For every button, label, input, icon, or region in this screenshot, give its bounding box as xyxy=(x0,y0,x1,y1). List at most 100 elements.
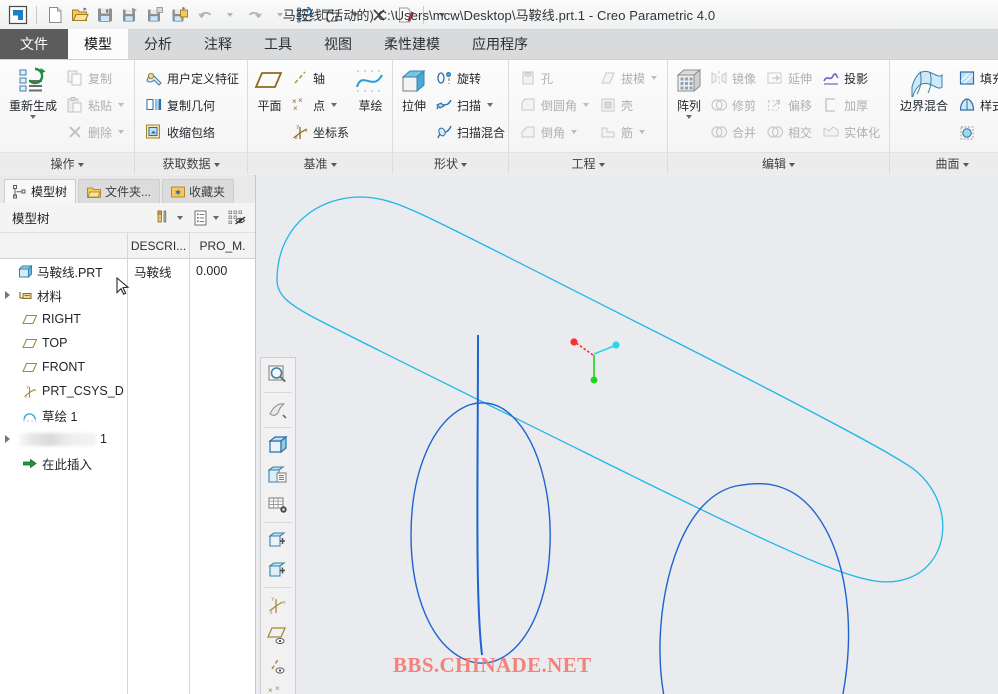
shell-button[interactable]: 壳 xyxy=(595,92,661,118)
extend-button[interactable]: 延伸 xyxy=(762,65,816,91)
merge-button[interactable]: 合并 xyxy=(706,119,760,145)
display-style-icon[interactable] xyxy=(263,430,293,460)
thicken-button[interactable]: 加厚 xyxy=(818,92,884,118)
window-dropdown-icon[interactable] xyxy=(343,3,367,27)
tree-row-top[interactable]: TOP xyxy=(0,331,127,355)
save-icon[interactable] xyxy=(93,3,117,27)
redo-dropdown-icon[interactable] xyxy=(268,3,292,27)
udf-button[interactable]: 用户定义特征 xyxy=(141,65,243,91)
repaint-icon[interactable] xyxy=(263,395,293,425)
save-copy-icon[interactable] xyxy=(143,3,167,27)
tree-row-part[interactable]: 马鞍线.PRT xyxy=(0,259,127,283)
sweep-dropdown-icon[interactable] xyxy=(487,103,494,107)
customize-qat-icon[interactable] xyxy=(430,3,454,27)
group-label-surfaces[interactable]: 曲面 xyxy=(890,152,998,174)
perspective-icon[interactable] xyxy=(263,525,293,555)
round-button[interactable]: 倒圆角 xyxy=(515,92,593,118)
tree-row-sketch-1[interactable]: 草绘 1 xyxy=(0,403,127,427)
datum-plane-button[interactable]: 平面 xyxy=(254,65,285,113)
tree-columns-icon[interactable] xyxy=(189,207,221,229)
delete-dropdown-icon[interactable] xyxy=(118,130,124,134)
draft-button[interactable]: 拔模 xyxy=(595,65,661,91)
appearance-icon[interactable] xyxy=(263,555,293,585)
sweep-button[interactable]: 扫描 xyxy=(431,92,509,118)
datum-point-dropdown-icon[interactable] xyxy=(331,103,337,107)
redo-icon[interactable] xyxy=(243,3,267,27)
project-button[interactable]: 投影 xyxy=(818,65,884,91)
paste-button[interactable]: 粘贴 xyxy=(62,92,128,118)
view-manager-icon[interactable] xyxy=(263,490,293,520)
fill-button[interactable]: 填充 xyxy=(954,65,998,91)
extrude-button[interactable]: 拉伸 xyxy=(399,65,429,113)
regenerate-button[interactable]: 重新生成 xyxy=(6,65,60,119)
rib-dropdown-icon[interactable] xyxy=(639,130,646,134)
undo-icon[interactable] xyxy=(193,3,217,27)
tree-row-front[interactable]: FRONT xyxy=(0,355,127,379)
solidify-button[interactable]: 实体化 xyxy=(818,119,884,145)
point-display-icon[interactable]: ××× xyxy=(263,680,293,694)
group-label-engineering[interactable]: 工程 xyxy=(509,152,668,174)
new-file-icon[interactable] xyxy=(43,3,67,27)
regenerate-list-icon[interactable] xyxy=(293,3,317,27)
save-as-icon[interactable] xyxy=(118,3,142,27)
saved-views-icon[interactable] xyxy=(263,460,293,490)
save-backup-icon[interactable] xyxy=(168,3,192,27)
hole-button[interactable]: 孔 xyxy=(515,65,593,91)
draft-dropdown-icon[interactable] xyxy=(651,76,658,80)
group-label-datum[interactable]: 基准 xyxy=(248,152,392,174)
boundary-blend-button[interactable]: 边界混合 xyxy=(896,65,952,113)
group-label-editing[interactable]: 编辑 xyxy=(668,152,890,174)
delete-button[interactable]: 删除 xyxy=(62,119,128,145)
group-label-shapes[interactable]: 形状 xyxy=(393,152,508,174)
trim-button[interactable]: 修剪 xyxy=(706,92,760,118)
rib-button[interactable]: 筋 xyxy=(595,119,661,145)
tab-tools[interactable]: 工具 xyxy=(248,29,308,59)
tree-twisty[interactable] xyxy=(4,266,14,276)
intersect-button[interactable]: 相交 xyxy=(762,119,816,145)
mirror-button[interactable]: 镜像 xyxy=(706,65,760,91)
tree-twisty[interactable] xyxy=(4,290,14,300)
dock-tab-folders[interactable]: 文件夹... xyxy=(78,179,161,203)
revolve-button[interactable]: 旋转 xyxy=(431,65,509,91)
tab-model[interactable]: 模型 xyxy=(68,29,128,59)
annotate-icon[interactable] xyxy=(393,3,417,27)
chamfer-dropdown-icon[interactable] xyxy=(571,130,578,134)
group-label-get-data[interactable]: 获取数据 xyxy=(135,152,247,174)
window-icon[interactable] xyxy=(318,3,342,27)
sketch-button[interactable]: 草绘 xyxy=(355,65,386,113)
dock-tab-favorites[interactable]: 收藏夹 xyxy=(162,179,235,203)
tree-row-material[interactable]: 材料 xyxy=(0,283,127,307)
datum-csys-button[interactable]: y z x 坐标系 xyxy=(287,119,353,145)
tree-column-header-description[interactable]: DESCRI... xyxy=(128,233,189,259)
csys-display-icon[interactable]: y z x xyxy=(263,590,293,620)
graphics-area[interactable]: BBS.CHINADE.NET y z x × × xyxy=(256,175,998,694)
tab-annotate[interactable]: 注释 xyxy=(188,29,248,59)
copy-button[interactable]: 复制 xyxy=(62,65,128,91)
tab-view[interactable]: 视图 xyxy=(308,29,368,59)
copy-geometry-button[interactable]: 复制几何 xyxy=(141,92,243,118)
tree-row-hidden-feature[interactable]: 1 xyxy=(0,427,127,451)
round-dropdown-icon[interactable] xyxy=(583,103,590,107)
swept-blend-button[interactable]: 扫描混合 xyxy=(431,119,509,145)
tree-settings-icon[interactable] xyxy=(153,207,185,229)
dock-tab-model-tree[interactable]: 模型树 xyxy=(4,179,77,203)
tree-row-csys[interactable]: y z x PRT_CSYS_D xyxy=(0,379,127,403)
close-window-icon[interactable] xyxy=(368,3,392,27)
tree-column-header-prom[interactable]: PRO_M. xyxy=(190,233,255,259)
undo-dropdown-icon[interactable] xyxy=(218,3,242,27)
axis-display-icon[interactable] xyxy=(263,650,293,680)
tab-flexible-modeling[interactable]: 柔性建模 xyxy=(368,29,456,59)
shrinkwrap-button[interactable]: 收缩包络 xyxy=(141,119,243,145)
datum-axis-button[interactable]: 轴 xyxy=(287,65,353,91)
zoom-icon[interactable] xyxy=(263,360,293,390)
tree-filter-icon[interactable] xyxy=(225,207,249,229)
tab-file[interactable]: 文件 xyxy=(0,29,68,59)
tree-twisty[interactable] xyxy=(4,434,14,444)
tree-column-header-blank[interactable] xyxy=(0,233,127,259)
pattern-dropdown-icon[interactable] xyxy=(686,115,693,119)
pattern-button[interactable]: 阵列 xyxy=(674,65,704,119)
tree-row-insert-here[interactable]: 在此插入 xyxy=(0,451,127,475)
datum-point-button[interactable]: × × × 点 xyxy=(287,92,353,118)
paste-dropdown-icon[interactable] xyxy=(118,103,124,107)
style-button[interactable]: 样式 xyxy=(954,92,998,118)
